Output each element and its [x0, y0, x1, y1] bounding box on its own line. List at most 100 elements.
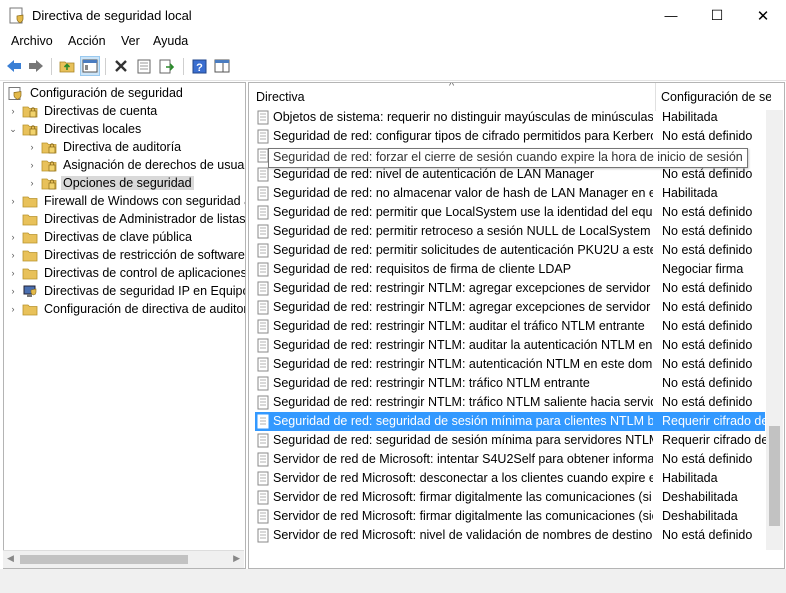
chevron-right-icon[interactable]: › — [8, 246, 18, 264]
policy-row[interactable]: Servidor de red Microsoft: nivel de vali… — [255, 526, 765, 545]
close-icon: ✕ — [756, 7, 770, 25]
menu-ver[interactable]: Ver — [121, 34, 140, 48]
tree-item[interactable]: Directivas de Administrador de listas de… — [8, 210, 245, 228]
tree-item[interactable]: › Directivas de cuenta — [8, 102, 159, 120]
close-button[interactable]: ✕ — [740, 0, 786, 31]
policy-setting: Requerir cifrado de — [662, 433, 769, 447]
tree-item-label: Directivas de seguridad IP en Equipo loc… — [44, 284, 246, 298]
scroll-left-icon[interactable]: ◀ — [7, 553, 14, 564]
menu-archivo[interactable]: Archivo — [11, 34, 53, 48]
policy-name: Seguridad de red: restringir NTLM: agreg… — [273, 281, 653, 295]
tree-item[interactable]: › Directivas de restricción de software — [8, 246, 245, 264]
policy-row[interactable]: Servidor de red de Microsoft: intentar S… — [255, 450, 765, 469]
policy-row[interactable]: Seguridad de red: restringir NTLM: tráfi… — [255, 393, 765, 412]
policy-row[interactable]: Seguridad de red: seguridad de sesión mí… — [255, 412, 768, 431]
properties-button[interactable] — [134, 56, 154, 76]
tree-item[interactable]: › Opciones de seguridad — [27, 174, 194, 192]
tree-root-label: Configuración de seguridad — [30, 86, 183, 100]
policy-row[interactable]: Seguridad de red: restringir NTLM: tráfi… — [255, 374, 765, 393]
tree-horizontal-scrollbar[interactable]: ◀ ▶ — [3, 550, 244, 568]
chevron-right-icon[interactable]: › — [8, 192, 18, 210]
policy-setting: No está definido — [662, 281, 753, 295]
tree-pane[interactable]: Configuración de seguridad › Directivas d… — [3, 82, 246, 569]
column-header-configuracion[interactable]: Configuración de seguridad — [661, 83, 771, 111]
forward-button[interactable] — [26, 56, 46, 76]
chevron-right-icon[interactable]: › — [27, 138, 37, 156]
scrollbar-thumb[interactable] — [20, 555, 188, 564]
tree-item-label: Configuración de directiva de auditoría … — [44, 302, 245, 316]
tree-item-label: Directivas de restricción de software — [44, 248, 245, 262]
policy-row[interactable]: Seguridad de red: restringir NTLM: audit… — [255, 317, 765, 336]
policy-row[interactable]: Servidor de red Microsoft: firmar digita… — [255, 488, 765, 507]
help-button[interactable]: ? — [189, 56, 209, 76]
policy-row[interactable]: Seguridad de red: requisitos de firma de… — [255, 260, 765, 279]
tree-item-label: Asignación de derechos de usuario — [63, 158, 246, 172]
menu-ayuda[interactable]: Ayuda — [153, 34, 188, 48]
policy-row[interactable]: Seguridad de red: restringir NTLM: auten… — [255, 355, 765, 374]
console-view-button[interactable] — [212, 56, 232, 76]
tree-item[interactable]: › Asignación de derechos de usuario — [27, 156, 246, 174]
tree-item-label: Directivas de cuenta — [44, 104, 158, 118]
help-icon: ? — [192, 59, 206, 74]
policy-row[interactable]: Seguridad de red: permitir que LocalSyst… — [255, 203, 765, 222]
security-settings-icon — [8, 86, 22, 100]
policy-row[interactable]: Seguridad de red: seguridad de sesión mí… — [255, 431, 768, 450]
policy-row[interactable]: Seguridad de red: permitir solicitudes d… — [255, 241, 765, 260]
folder-lock-icon — [41, 178, 57, 189]
policy-row[interactable]: Seguridad de red: restringir NTLM: audit… — [255, 336, 765, 355]
maximize-button[interactable]: ☐ — [694, 0, 740, 31]
policy-row[interactable]: Seguridad de red: configurar tipos de ci… — [255, 127, 765, 146]
export-list-button[interactable] — [157, 56, 177, 76]
scroll-right-icon[interactable]: ▶ — [233, 553, 240, 564]
delete-button[interactable] — [111, 56, 131, 76]
chevron-down-icon[interactable]: ⌄ — [8, 120, 18, 138]
toolbar-separator — [51, 58, 52, 75]
chevron-right-icon[interactable]: › — [8, 102, 18, 120]
back-arrow-icon — [7, 60, 21, 72]
chevron-right-icon[interactable]: › — [27, 174, 37, 192]
policy-icon — [257, 433, 269, 448]
policy-row[interactable]: Seguridad de red: restringir NTLM: agreg… — [255, 279, 765, 298]
up-level-button[interactable] — [57, 56, 77, 76]
tree-item[interactable]: › Directivas de control de aplicaciones — [8, 264, 246, 282]
chevron-right-icon[interactable]: › — [8, 282, 18, 300]
policy-row[interactable]: Seguridad de red: no almacenar valor de … — [255, 184, 765, 203]
policy-row[interactable]: Servidor de red Microsoft: desconectar a… — [255, 469, 765, 488]
policy-row[interactable]: Seguridad de red: permitir retroceso a s… — [255, 222, 765, 241]
policy-setting: Requerir cifrado de — [662, 414, 769, 428]
show-hide-tree-button[interactable] — [80, 56, 100, 76]
policy-icon — [257, 319, 269, 334]
policy-name: Seguridad de red: seguridad de sesión mí… — [273, 433, 653, 447]
scrollbar-thumb[interactable] — [769, 426, 780, 526]
tree-item-label: Directivas de clave pública — [44, 230, 192, 244]
title-bar: Directiva de seguridad local — ☐ ✕ — [0, 0, 786, 31]
tree-item[interactable]: ⌄ Directivas locales — [8, 120, 143, 138]
policy-app-icon — [9, 7, 24, 24]
list-vertical-scrollbar[interactable] — [766, 110, 783, 550]
chevron-right-icon[interactable]: › — [8, 300, 18, 318]
policy-setting: No está definido — [662, 357, 753, 371]
chevron-right-icon[interactable]: › — [8, 264, 18, 282]
tree-item[interactable]: › Firewall de Windows con seguridad avanz… — [8, 192, 246, 210]
policy-icon — [257, 224, 269, 239]
back-button[interactable] — [4, 56, 24, 76]
policy-row[interactable]: Servidor de red Microsoft: firmar digita… — [255, 507, 765, 526]
policy-setting: No está definido — [662, 376, 753, 390]
column-separator[interactable] — [655, 83, 656, 111]
minimize-button[interactable]: — — [648, 0, 694, 31]
policy-icon — [257, 205, 269, 220]
tree-item[interactable]: › Directivas de clave pública — [8, 228, 194, 246]
policy-setting: No está definido — [662, 205, 753, 219]
folder-icon — [22, 214, 38, 225]
tree-item[interactable]: › Directiva de auditoría — [27, 138, 183, 156]
tree-item[interactable]: › Directivas de seguridad IP en Equipo lo… — [8, 282, 246, 300]
policy-name: Seguridad de red: restringir NTLM: tráfi… — [273, 376, 590, 390]
menu-accion[interactable]: Acción — [68, 34, 106, 48]
chevron-right-icon[interactable]: › — [8, 228, 18, 246]
policy-row[interactable]: Objetos de sistema: requerir no distingu… — [255, 108, 765, 127]
tree-root[interactable]: Configuración de seguridad — [8, 84, 185, 102]
tree-item[interactable]: › Configuración de directiva de auditoría… — [8, 300, 246, 318]
chevron-right-icon[interactable]: › — [27, 156, 37, 174]
policy-icon — [257, 414, 269, 429]
policy-row[interactable]: Seguridad de red: restringir NTLM: agreg… — [255, 298, 765, 317]
